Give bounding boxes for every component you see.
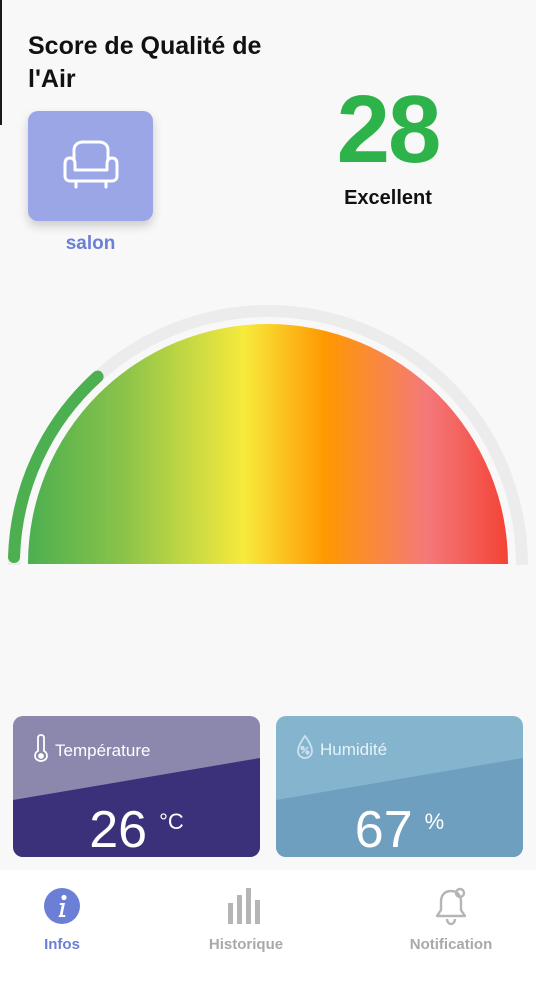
humidity-card[interactable]: Humidité 67% — [276, 716, 523, 857]
humidity-label: Humidité — [320, 739, 388, 759]
screen: Score de Qualité de l'Air salon 28 Excel… — [0, 0, 536, 1005]
temperature-unit: °C — [159, 809, 184, 834]
armchair-icon — [62, 138, 120, 195]
air-quality-score: 28 — [336, 76, 442, 183]
bell-icon — [433, 886, 469, 931]
nav-item-historique[interactable]: Historique — [176, 887, 316, 953]
room-name[interactable]: salon — [28, 233, 153, 255]
bottom-navigation: Infos Historique Notification — [0, 870, 536, 1005]
air-quality-gauge — [8, 305, 528, 566]
page-title: Score de Qualité de l'Air — [28, 32, 262, 93]
nav-label-historique: Historique — [208, 936, 284, 953]
gauge-color-fill — [28, 324, 508, 564]
temperature-card[interactable]: Température 26 °C — [13, 716, 260, 857]
nav-item-infos[interactable]: Infos — [0, 887, 132, 953]
temperature-value: 26 — [89, 801, 148, 857]
nav-label-notification: Notification — [409, 936, 493, 953]
thermometer-icon — [33, 734, 49, 767]
humidity-unit: % — [424, 809, 445, 834]
nav-label-infos: Infos — [44, 936, 80, 953]
info-icon — [43, 887, 81, 930]
temperature-label: Température — [55, 740, 151, 760]
humidity-drop-icon — [296, 734, 314, 765]
edge-divider — [0, 0, 2, 125]
bar-chart-icon — [226, 887, 266, 930]
air-quality-rating: Excellent — [344, 187, 432, 209]
humidity-value: 67 — [354, 801, 413, 857]
nav-item-notification[interactable]: Notification — [381, 886, 521, 953]
room-selector-button[interactable] — [28, 111, 153, 221]
